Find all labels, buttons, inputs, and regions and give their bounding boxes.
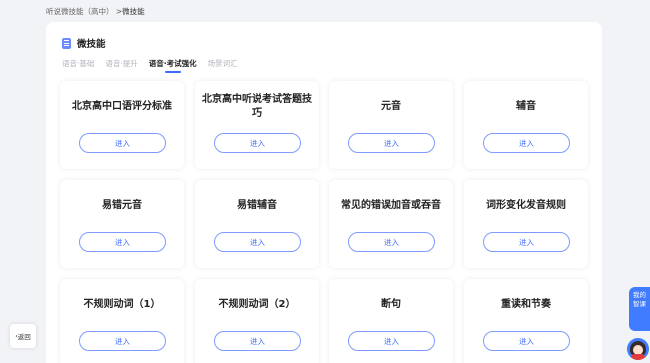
back-button[interactable]: ‹ 返回 <box>10 324 36 348</box>
skill-card: 辅音 进入 <box>464 81 588 169</box>
back-button-label: 返回 <box>17 333 31 341</box>
tab-phonetics-basic[interactable]: 语音·基础 <box>62 58 94 69</box>
micro-skills-panel: 微技能 语音·基础 语音·提升 语音·考试强化 场景词汇 北京高中口语评分标准 … <box>46 22 602 363</box>
card-title: 元音 <box>381 101 401 112</box>
tab-phonetics-exam[interactable]: 语音·考试强化 <box>149 58 197 73</box>
breadcrumb-current: 微技能 <box>122 7 145 16</box>
skill-card: 易错元音 进入 <box>60 180 184 268</box>
card-title: 易错辅音 <box>237 200 277 211</box>
card-title: 重读和节奏 <box>501 299 551 310</box>
enter-button[interactable]: 进入 <box>79 232 166 252</box>
card-title: 断句 <box>381 299 401 310</box>
enter-button[interactable]: 进入 <box>214 232 301 252</box>
tab-phonetics-advanced[interactable]: 语音·提升 <box>105 58 137 69</box>
enter-button[interactable]: 进入 <box>79 133 166 153</box>
assistant-tab-line1: 我的 <box>633 291 646 299</box>
skill-card: 重读和节奏 进入 <box>464 279 588 363</box>
tab-scene-vocabulary[interactable]: 场景词汇 <box>208 58 238 69</box>
page-title: 微技能 <box>77 39 106 50</box>
tab-bar: 语音·基础 语音·提升 语音·考试强化 场景词汇 <box>62 58 238 73</box>
enter-button[interactable]: 进入 <box>483 232 570 252</box>
assistant-avatar-icon[interactable] <box>627 338 649 360</box>
skill-card: 北京高中口语评分标准 进入 <box>60 81 184 169</box>
card-title: 不规则动词（1） <box>83 299 161 310</box>
enter-button[interactable]: 进入 <box>214 133 301 153</box>
card-title: 易错元音 <box>102 200 142 211</box>
skill-card: 元音 进入 <box>329 81 453 169</box>
breadcrumb-parent-link[interactable]: 听说微技能（高中） <box>46 7 114 16</box>
assistant-side-tab[interactable]: 我的 智课 <box>629 287 650 331</box>
skill-card: 北京高中听说考试答题技巧 进入 <box>195 81 319 169</box>
card-title: 不规则动词（2） <box>218 299 296 310</box>
card-title: 辅音 <box>516 101 536 112</box>
card-title: 北京高中听说考试答题技巧 <box>202 94 312 119</box>
skill-card: 不规则动词（1） 进入 <box>60 279 184 363</box>
enter-button[interactable]: 进入 <box>483 331 570 351</box>
assistant-tab-line2: 智课 <box>633 300 646 308</box>
skill-card: 不规则动词（2） 进入 <box>195 279 319 363</box>
breadcrumb: 听说微技能（高中） >微技能 <box>46 6 145 17</box>
skill-card: 断句 进入 <box>329 279 453 363</box>
panel-header: 微技能 <box>62 36 106 50</box>
card-title: 北京高中口语评分标准 <box>72 101 172 112</box>
skill-card: 常见的错误加音或吞音 进入 <box>329 180 453 268</box>
skill-card: 词形变化发音规则 进入 <box>464 180 588 268</box>
enter-button[interactable]: 进入 <box>214 331 301 351</box>
enter-button[interactable]: 进入 <box>348 232 435 252</box>
document-icon <box>62 37 71 49</box>
enter-button[interactable]: 进入 <box>348 133 435 153</box>
card-title: 常见的错误加音或吞音 <box>341 200 441 211</box>
enter-button[interactable]: 进入 <box>483 133 570 153</box>
breadcrumb-separator: > <box>113 7 123 16</box>
enter-button[interactable]: 进入 <box>348 331 435 351</box>
skill-card: 易错辅音 进入 <box>195 180 319 268</box>
card-title: 词形变化发音规则 <box>486 200 566 211</box>
enter-button[interactable]: 进入 <box>79 331 166 351</box>
